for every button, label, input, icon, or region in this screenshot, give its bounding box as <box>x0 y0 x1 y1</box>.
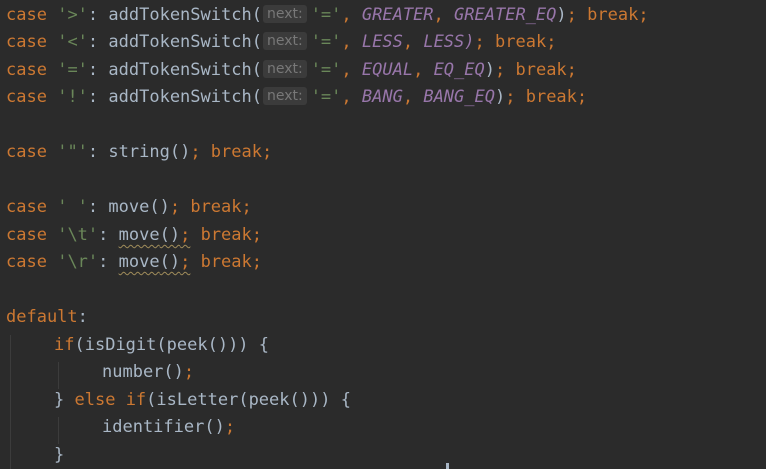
function-call: peek <box>248 390 290 410</box>
duplicate-code-warning[interactable]: move(); <box>119 252 191 272</box>
keyword-if: if <box>54 335 75 355</box>
constant: GREATER <box>361 5 434 25</box>
code-line-case-tab[interactable]: case '\t': move(); break; <box>6 222 262 249</box>
function-call: isDigit <box>84 335 157 355</box>
function-call: addTokenSwitch <box>108 5 252 25</box>
function-call: addTokenSwitch <box>108 32 252 52</box>
code-line-else-if-letter[interactable]: } else if(isLetter(peek())) { <box>54 387 351 414</box>
function-call: move <box>118 225 160 245</box>
char-literal: '>' <box>57 5 88 25</box>
keyword-case: case <box>6 87 47 107</box>
code-line-if-digit[interactable]: if(isDigit(peek())) { <box>54 332 269 359</box>
function-call: peek <box>166 335 208 355</box>
text-caret <box>446 463 449 469</box>
char-literal: '=' <box>310 32 342 52</box>
keyword-break: break <box>515 60 567 80</box>
function-call: addTokenSwitch <box>108 87 252 107</box>
keyword-if: if <box>125 390 147 410</box>
char-literal: '"' <box>57 142 88 162</box>
parameter-hint: next: <box>262 5 307 23</box>
keyword-break: break <box>210 142 262 162</box>
code-line-case-space[interactable]: case ' ': move(); break; <box>6 194 252 221</box>
char-literal: ' ' <box>57 197 88 217</box>
keyword-case: case <box>6 142 47 162</box>
indent-guide <box>10 335 11 469</box>
keyword-break: break <box>525 87 577 107</box>
keyword-case: case <box>6 197 47 217</box>
constant: GREATER_EQ <box>454 5 557 25</box>
keyword-case: case <box>6 32 47 52</box>
code-line-case-greater[interactable]: case '>': addTokenSwitch(next: '=', GREAT… <box>6 2 649 29</box>
function-call: addTokenSwitch <box>108 60 252 80</box>
indent-guide <box>58 362 59 389</box>
duplicate-code-warning[interactable]: move(); <box>119 225 191 245</box>
char-literal: '=' <box>310 87 342 107</box>
keyword-case: case <box>6 60 47 80</box>
char-literal: '=' <box>57 60 88 80</box>
function-call: string <box>108 142 170 162</box>
function-call: number <box>102 362 164 382</box>
function-call: isLetter <box>156 390 239 410</box>
parameter-hint: next: <box>262 32 307 50</box>
char-literal: '<' <box>57 32 88 52</box>
keyword-break: break <box>190 197 242 217</box>
keyword-case: case <box>6 252 47 272</box>
keyword-case: case <box>6 5 47 25</box>
code-editor[interactable]: case '>': addTokenSwitch(next: '=', GREAT… <box>0 0 766 469</box>
constant: LESS <box>361 32 403 52</box>
constant: EQUAL <box>361 60 414 80</box>
code-line-case-cr[interactable]: case '\r': move(); break; <box>6 249 262 276</box>
char-literal: '!' <box>57 87 88 107</box>
keyword-break: break <box>587 5 639 25</box>
keyword-break: break <box>200 225 252 245</box>
code-line-case-equal[interactable]: case '=': addTokenSwitch(next: '=', EQUAL… <box>6 57 577 84</box>
function-call: identifier <box>102 417 205 437</box>
keyword-break: break <box>495 32 547 52</box>
function-call: move <box>108 197 150 217</box>
parameter-hint: next: <box>262 60 307 78</box>
keyword-break: break <box>200 252 252 272</box>
code-line-case-quote[interactable]: case '"': string(); break; <box>6 139 272 166</box>
code-line-number[interactable]: number(); <box>102 359 194 386</box>
code-line-case-bang[interactable]: case '!': addTokenSwitch(next: '=', BANG,… <box>6 84 587 111</box>
char-literal: '\t' <box>57 225 99 245</box>
keyword-case: case <box>6 225 47 245</box>
code-line-case-less[interactable]: case '<': addTokenSwitch(next: '=', LESS,… <box>6 29 556 56</box>
char-literal: '\r' <box>57 252 99 272</box>
constant: LESS) <box>423 32 475 52</box>
keyword-else: else <box>74 390 116 410</box>
function-call: move <box>118 252 160 272</box>
constant: BANG_EQ <box>423 87 495 107</box>
char-literal: '=' <box>310 60 342 80</box>
constant: BANG <box>361 87 403 107</box>
code-line-closing-brace[interactable]: } <box>54 442 64 469</box>
keyword-default: default <box>6 307 78 327</box>
code-line-identifier[interactable]: identifier(); <box>102 414 235 441</box>
indent-guide <box>58 417 59 444</box>
constant: EQ_EQ <box>433 60 485 80</box>
char-literal: '=' <box>310 5 342 25</box>
parameter-hint: next: <box>262 87 307 105</box>
code-line-default[interactable]: default: <box>6 304 88 331</box>
